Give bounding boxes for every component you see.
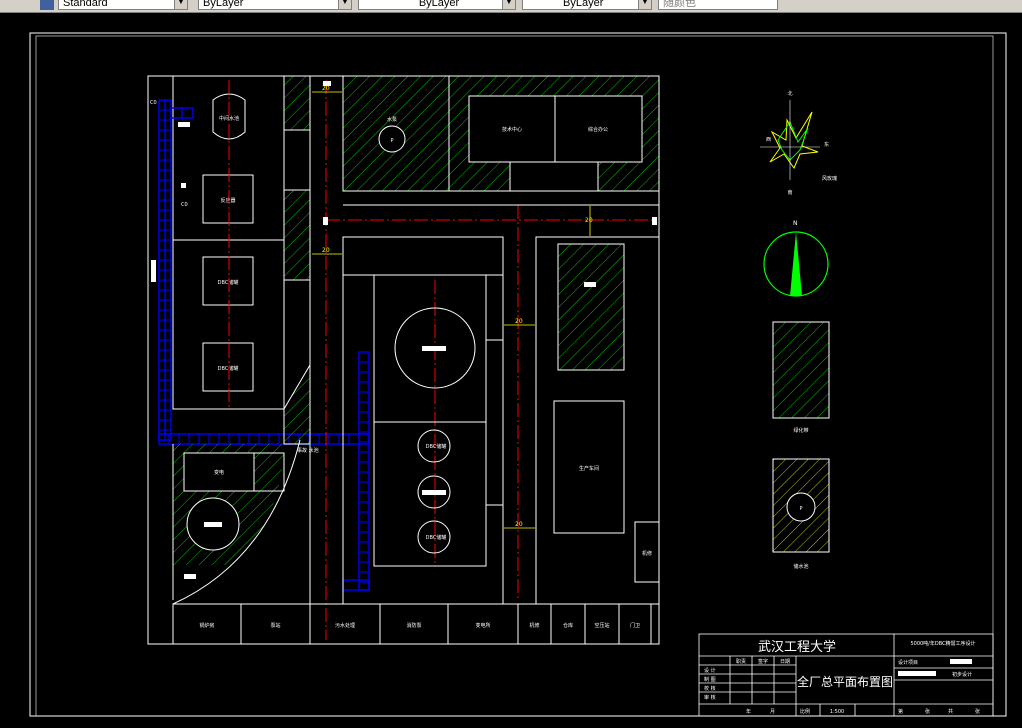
tank-mid-1-label: DBC储罐: [426, 443, 447, 450]
repair-label: 机修: [642, 550, 652, 557]
project-name: 5000吨/年DBC精馏工序设计: [910, 640, 975, 647]
bottom-row-label: 机修: [529, 622, 539, 629]
svg-text:制 图: 制 图: [704, 676, 716, 683]
bottom-row-label: 污水处理: [335, 622, 355, 629]
svg-text:日期: 日期: [780, 659, 790, 665]
bottom-row-label: 泵站: [270, 622, 280, 629]
svg-text:20: 20: [515, 521, 523, 528]
drawing-canvas[interactable]: 中间水池 反应器 DBC储罐 DBC储罐 C0 C0 变电 事故 水池: [0, 0, 1022, 728]
workshop-label: 生产车间: [579, 465, 599, 472]
svg-text:职责: 职责: [736, 658, 746, 665]
tech-center-label: 技术中心: [502, 126, 522, 133]
svg-text:张: 张: [925, 708, 930, 715]
scale-value: 1:500: [830, 709, 844, 715]
svg-text:北: 北: [787, 90, 792, 97]
dbo-tank-1-label: DBC储罐: [218, 279, 239, 286]
top-pump-label: 水泵: [387, 116, 397, 123]
svg-text:设计项目: 设计项目: [898, 659, 918, 666]
wind-rose: 北 西 东 南 风玫瑰: [760, 90, 837, 196]
bottom-row-label: 变电所: [475, 622, 490, 629]
svg-text:审 核: 审 核: [704, 694, 716, 701]
bottom-row-label: 门卫: [630, 622, 640, 629]
legend-greenery-label: 绿化带: [793, 427, 808, 434]
legend-greenery-swatch: [772, 321, 830, 419]
university-name: 武汉工程大学: [758, 639, 836, 655]
svg-text:20: 20: [515, 318, 523, 325]
office-label: 综合办公: [588, 126, 608, 133]
bottom-row-label: 消防泵: [406, 622, 421, 629]
svg-text:20: 20: [322, 247, 330, 254]
svg-text:N: N: [793, 220, 798, 227]
svg-text:共: 共: [948, 708, 953, 715]
accident-pool-label: 事故 水池: [297, 447, 319, 454]
green-plot-right: [557, 243, 625, 371]
tank-mid-3-label: DBC储罐: [426, 534, 447, 541]
svg-text:20: 20: [585, 217, 593, 224]
legend-reservoir-label: 储水池: [793, 563, 808, 570]
c0-label-2: C0: [181, 202, 188, 208]
svg-text:设 计: 设 计: [704, 667, 716, 674]
top-pump-p: P: [390, 138, 393, 144]
green-strip-2: [283, 189, 311, 281]
svg-text:20: 20: [322, 85, 330, 92]
c0-label-1: C0: [150, 100, 157, 106]
green-strip-1: [283, 75, 311, 131]
svg-text:西: 西: [766, 137, 771, 143]
svg-text:东: 东: [824, 141, 829, 148]
svg-text:比例: 比例: [800, 708, 810, 715]
svg-text:第: 第: [898, 708, 903, 715]
substation-small-label: 变电: [214, 469, 224, 476]
drawing-title: 全厂总平面布置图: [797, 674, 893, 689]
svg-text:南: 南: [787, 189, 792, 196]
svg-text:风玫瑰: 风玫瑰: [822, 175, 837, 182]
bottom-row-label: 锅炉房: [199, 622, 214, 629]
svg-text:初步设计: 初步设计: [952, 671, 972, 678]
svg-text:张: 张: [975, 708, 980, 715]
bottom-row-label: 空压站: [594, 622, 609, 629]
svg-text:P: P: [799, 506, 802, 512]
north-compass-icon: N: [763, 220, 829, 297]
svg-text:月: 月: [770, 709, 775, 715]
svg-text:年: 年: [746, 708, 751, 715]
dbo-tank-2-label: DBC储罐: [218, 365, 239, 372]
reactor-label: 反应器: [220, 197, 235, 204]
bottom-row-label: 仓库: [563, 622, 573, 629]
svg-text:签字: 签字: [758, 658, 768, 665]
svg-text:校 核: 校 核: [704, 685, 716, 692]
